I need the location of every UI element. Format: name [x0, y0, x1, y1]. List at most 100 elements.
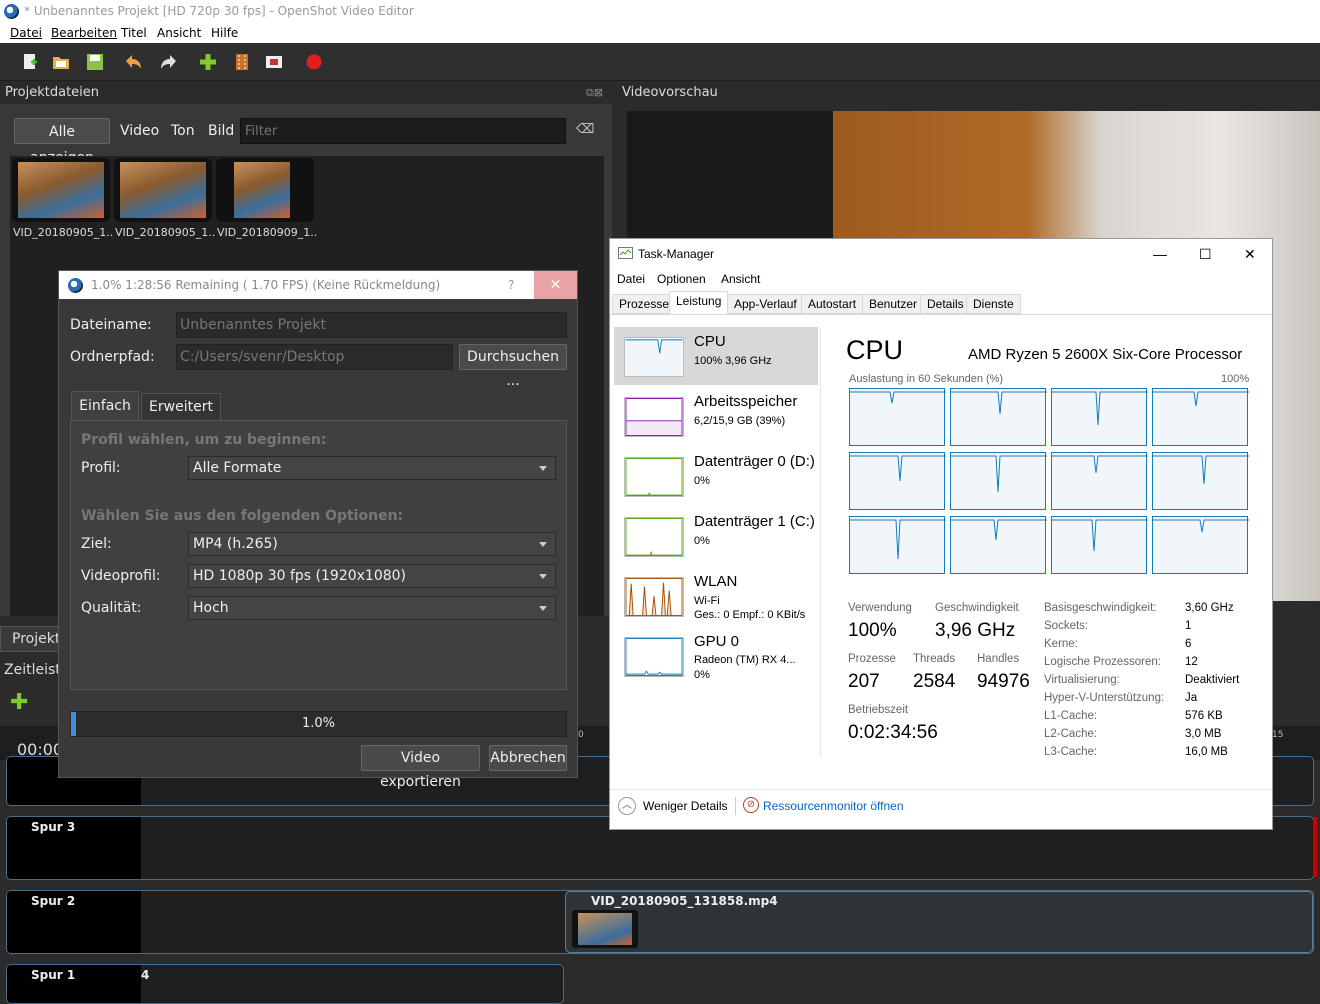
- quality-select[interactable]: Hoch: [188, 596, 556, 620]
- file-name: VID_20180909_1...: [217, 226, 317, 239]
- tab-details[interactable]: Details: [920, 294, 971, 314]
- sidebar-item-memory[interactable]: Arbeitsspeicher 6,2/15,9 GB (39%): [614, 387, 818, 445]
- timeline-clip[interactable]: VID_20180905_131858.mp4: [565, 891, 1313, 953]
- chevron-down-icon: [539, 542, 547, 547]
- file-thumbnail[interactable]: [216, 158, 314, 222]
- open-project-icon[interactable]: [52, 53, 70, 71]
- track-row[interactable]: Spur 2 VID_20180905_131858.mp4: [6, 890, 1314, 954]
- filename-input[interactable]: Unbenanntes Projekt: [176, 312, 567, 338]
- help-button[interactable]: ?: [508, 271, 514, 299]
- sidebar-sub: 100% 3,96 GHz: [694, 355, 772, 367]
- menu-view[interactable]: Ansicht: [157, 23, 201, 43]
- uptime-value: 0:02:34:56: [848, 722, 938, 743]
- dock-float-icon[interactable]: ⧉⊠: [586, 82, 603, 104]
- menu-bar: Datei Bearbeiten Titel Ansicht Hilfe: [0, 23, 1320, 43]
- target-select[interactable]: MP4 (h.265): [188, 532, 556, 556]
- menu-help[interactable]: Hilfe: [211, 23, 238, 43]
- export-progress-bar: 1.0%: [70, 711, 567, 737]
- resource-monitor-link[interactable]: Ressourcenmonitor öffnen: [763, 799, 904, 813]
- tab-performance[interactable]: Leistung: [669, 291, 729, 315]
- profile-icon[interactable]: [233, 53, 251, 71]
- target-label: Ziel:: [81, 536, 112, 552]
- fewer-details-link[interactable]: Weniger Details: [643, 799, 727, 813]
- sidebar-item-disk1[interactable]: Datenträger 1 (C:) 0%: [614, 507, 818, 565]
- filter-video-button[interactable]: Video: [120, 118, 159, 144]
- browse-button[interactable]: Durchsuchen ...: [459, 344, 567, 389]
- clip-name: VID_20180905_131858.mp4: [591, 894, 778, 908]
- sidebar-item-gpu[interactable]: GPU 0 Radeon (TM) RX 4... 0%: [614, 633, 818, 691]
- section-profile-heading: Profil wählen, um zu beginnen:: [81, 432, 327, 448]
- project-files-header: Projektdateien ⧉⊠: [0, 82, 612, 104]
- filter-audio-button[interactable]: Ton: [171, 118, 195, 144]
- threads-label: Threads: [913, 653, 956, 665]
- import-files-icon[interactable]: [199, 53, 217, 71]
- progress-text: 1.0%: [301, 716, 336, 731]
- filename-label: Dateiname:: [70, 317, 152, 333]
- logical-processors-value: 12: [1185, 656, 1198, 668]
- tab-processes[interactable]: Prozesse: [612, 294, 677, 314]
- project-tab[interactable]: Projekt: [0, 626, 62, 652]
- tab-simple[interactable]: Einfach: [71, 391, 139, 421]
- gpu-mini-graph: [624, 637, 684, 677]
- menu-title[interactable]: Titel: [121, 23, 147, 43]
- filter-all-button[interactable]: Alle anzeigen: [14, 118, 110, 166]
- filter-input[interactable]: [240, 118, 566, 144]
- task-manager-title: Task-Manager: [638, 247, 715, 261]
- tm-menu-file[interactable]: Datei: [617, 272, 645, 286]
- track-row[interactable]: Spur 1 4: [6, 964, 564, 1004]
- file-thumbnail[interactable]: [12, 158, 110, 222]
- sidebar-item-disk0[interactable]: Datenträger 0 (D:) 0%: [614, 447, 818, 505]
- add-track-icon[interactable]: ✚: [10, 690, 28, 715]
- export-record-icon[interactable]: [305, 53, 323, 71]
- sidebar-title: GPU 0: [694, 633, 740, 650]
- menu-edit[interactable]: Bearbeiten: [51, 23, 117, 43]
- tab-app-history[interactable]: App-Verlauf: [727, 294, 804, 314]
- save-project-icon[interactable]: [86, 53, 104, 71]
- l2-cache-label: L2-Cache:: [1044, 728, 1098, 740]
- file-thumbnail[interactable]: [114, 158, 212, 222]
- videoprofile-select[interactable]: HD 1080p 30 fps (1920x1080): [188, 564, 556, 588]
- clear-filter-icon[interactable]: ⌫: [576, 122, 594, 137]
- video-thumbnail-image: [18, 162, 104, 218]
- export-video-button[interactable]: Video exportieren: [361, 745, 480, 790]
- sidebar-title: WLAN: [694, 573, 738, 590]
- menu-file[interactable]: Datei: [10, 23, 42, 43]
- maximize-icon[interactable]: ☐: [1199, 239, 1212, 269]
- cancel-button[interactable]: Abbrechen: [489, 745, 567, 771]
- redo-icon[interactable]: [160, 53, 178, 71]
- tm-menu-options[interactable]: Optionen: [657, 272, 706, 286]
- sidebar-sub: 0%: [694, 535, 710, 547]
- cpu-mini-graph: [624, 337, 684, 377]
- processes-value: 207: [848, 671, 880, 692]
- graph-label: Auslastung in 60 Sekunden (%): [849, 373, 1004, 385]
- sidebar-item-cpu[interactable]: CPU 100% 3,96 GHz: [614, 327, 818, 385]
- track-header: Spur 2: [7, 891, 141, 953]
- tab-advanced[interactable]: Erweitert: [141, 393, 221, 421]
- memory-mini-graph: [624, 397, 684, 437]
- playhead-marker[interactable]: [1313, 817, 1317, 877]
- close-icon[interactable]: ✕: [1244, 239, 1256, 269]
- filter-image-button[interactable]: Bild: [208, 118, 234, 144]
- minimize-icon[interactable]: —: [1153, 239, 1167, 269]
- tab-users[interactable]: Benutzer: [862, 294, 925, 314]
- cpu-core-graph: [1051, 452, 1148, 510]
- sidebar-item-wlan[interactable]: WLAN Wi-Fi Ges.: 0 Empf.: 0 KBit/s: [614, 567, 818, 625]
- profile-select[interactable]: Alle Formate: [188, 456, 556, 480]
- processes-label: Prozesse: [848, 653, 896, 665]
- tab-services[interactable]: Dienste: [966, 294, 1021, 314]
- new-project-icon[interactable]: [21, 53, 39, 71]
- tm-menu-view[interactable]: Ansicht: [721, 272, 760, 286]
- close-button[interactable]: ✕: [534, 271, 577, 299]
- undo-icon[interactable]: [124, 53, 142, 71]
- wlan-mini-graph: [624, 577, 684, 617]
- track-header: Spur 3: [7, 817, 141, 879]
- tab-startup[interactable]: Autostart: [801, 294, 864, 314]
- folder-label: Ordnerpfad:: [70, 349, 155, 365]
- openshot-logo-icon: [68, 278, 83, 293]
- folder-input[interactable]: C:/Users/svenr/Desktop: [176, 344, 453, 370]
- usage-value: 100%: [848, 620, 897, 641]
- chevron-up-icon[interactable]: ︿: [618, 797, 636, 815]
- fullscreen-icon[interactable]: [265, 53, 283, 71]
- export-dialog-title-bar: 1.0% 1:28:56 Remaining ( 1.70 FPS) (Kein…: [59, 271, 577, 299]
- task-manager-icon: [618, 247, 633, 259]
